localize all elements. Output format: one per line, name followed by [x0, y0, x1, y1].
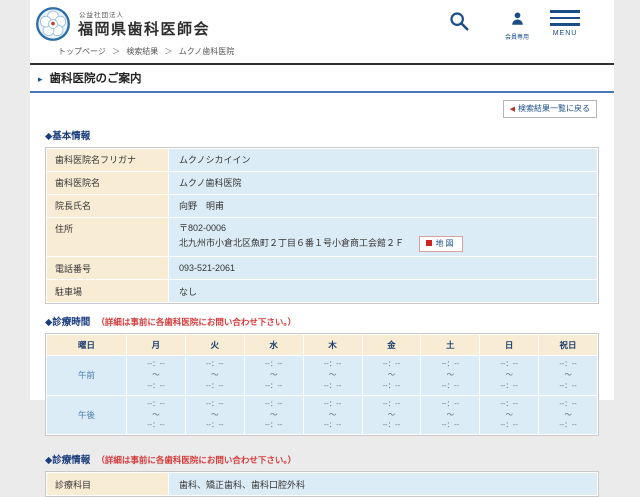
- basic-info-heading: ◆基本情報: [45, 130, 91, 142]
- time-cell: --：-- ～ --：--: [126, 355, 186, 396]
- time-cell: --：-- ～ --：--: [420, 394, 481, 436]
- column-header: 金: [361, 334, 422, 356]
- time-cell: --：-- ～ --：--: [538, 394, 598, 436]
- breadcrumb-separator: ＞: [112, 47, 121, 56]
- search-icon: [450, 12, 469, 31]
- arrow-right-icon: ▸: [38, 74, 43, 84]
- row-label: 駐車場: [46, 279, 169, 303]
- schedule-table: 曜日 月 火 水 木 金 土 日 祝日 午前 --：-- ～ --：-- --：…: [45, 333, 599, 437]
- row-label: 歯科医院名: [46, 170, 169, 195]
- time-cell: --：-- ～ --：--: [302, 394, 363, 436]
- schedule-note: （詳細は事前に各歯科医院にお問い合わせ下さい。）: [96, 317, 297, 327]
- row-label: 午前: [46, 355, 127, 396]
- back-link-row: ◀ 検索結果一覧に戻る: [45, 98, 597, 118]
- row-value: 歯科、矯正歯科、歯科口腔外科: [168, 472, 598, 497]
- row-label: 電話番号: [46, 256, 169, 280]
- hamburger-icon: [550, 10, 580, 26]
- time-cell: --：-- ～ --：--: [126, 394, 186, 436]
- person-icon: [511, 12, 523, 25]
- breadcrumb: トップページ ＞ 検索結果 ＞ ムクノ歯科医院: [30, 44, 614, 61]
- treatment-info-note: （詳細は事前に各歯科医院にお問い合わせ下さい。）: [96, 455, 297, 466]
- map-icon: [425, 239, 432, 246]
- time-cell: --：-- ～ --：--: [420, 355, 481, 396]
- table-row-address: 住所 〒802-0006 北九州市小倉北区魚町２丁目６番１号小倉商工会館２Ｆ 地…: [46, 216, 598, 257]
- search-button[interactable]: [448, 10, 470, 37]
- schedule-row-morning: 午前 --：-- ～ --：-- --：-- ～ --：-- --：-- ～ --：-- -…: [46, 355, 598, 396]
- row-label: 午後: [46, 394, 127, 436]
- page-title-bar: ▸ 歯科医院のご案内: [30, 63, 614, 93]
- row-value: 〒802-0006 北九州市小倉北区魚町２丁目６番１号小倉商工会館２Ｆ 地図: [168, 216, 598, 257]
- member-area-label: 会員専用: [504, 35, 529, 41]
- row-value: なし: [168, 279, 598, 303]
- breadcrumb-separator: ＞: [164, 47, 173, 56]
- menu-button[interactable]: MENU: [548, 10, 582, 37]
- site-title: 福岡県歯科医師会: [78, 21, 211, 38]
- column-header: 水: [243, 334, 304, 356]
- back-to-results-label: 検索結果一覧に戻る: [518, 104, 590, 113]
- row-value: ムクノ歯科医院: [168, 170, 598, 195]
- time-cell: --：-- ～ --：--: [361, 355, 422, 396]
- column-header: 木: [302, 334, 363, 356]
- back-to-results-button[interactable]: ◀ 検索結果一覧に戻る: [502, 99, 597, 118]
- row-value: 093-521-2061: [168, 256, 598, 280]
- time-cell: --：-- ～ --：--: [479, 355, 540, 396]
- column-header: 月: [126, 334, 186, 356]
- table-row: 院長氏名 向野 明甫: [46, 193, 598, 218]
- member-area-button[interactable]: 会員専用: [496, 11, 538, 41]
- column-header: 祝日: [538, 334, 598, 356]
- page-title: 歯科医院のご案内: [49, 73, 142, 85]
- time-cell: --：-- ～ --：--: [479, 394, 540, 436]
- time-cell: --：-- ～ --：--: [302, 355, 363, 396]
- table-row: 駐車場 なし: [46, 279, 598, 303]
- column-header: 火: [184, 334, 245, 356]
- table-row: 電話番号 093-521-2061: [46, 256, 598, 280]
- back-arrow-icon: ◀: [509, 106, 515, 113]
- row-label: 住所: [46, 216, 169, 257]
- map-button[interactable]: 地図: [418, 235, 463, 252]
- time-cell: --：-- ～ --：--: [538, 355, 598, 396]
- address-line: 北九州市小倉北区魚町２丁目６番１号小倉商工会館２Ｆ 地図: [179, 235, 587, 252]
- menu-label: MENU: [552, 29, 578, 37]
- column-header: 曜日: [46, 334, 127, 356]
- row-label: 院長氏名: [46, 193, 169, 218]
- breadcrumb-search-results[interactable]: 検索結果: [126, 47, 158, 56]
- row-value: 向野 明甫: [168, 193, 598, 218]
- site-header: 公益社団法人 福岡県歯科医師会 会員専用 MENU: [30, 0, 614, 44]
- map-button-label: 地図: [435, 238, 456, 248]
- postal-code: 〒802-0006: [179, 223, 227, 233]
- table-row: 歯科医院名フリガナ ムクノシカイイン: [46, 147, 598, 172]
- row-label: 診療科目: [46, 472, 169, 497]
- table-row: 診療科目 歯科、矯正歯科、歯科口腔外科: [46, 472, 598, 497]
- table-row: 歯科医院名 ムクノ歯科医院: [46, 170, 598, 195]
- time-cell: --：-- ～ --：--: [243, 394, 304, 436]
- breadcrumb-home[interactable]: トップページ: [58, 47, 106, 56]
- time-cell: --：-- ～ --：--: [243, 355, 304, 396]
- content-column: 公益社団法人 福岡県歯科医師会 会員専用 MENU トップページ ＞ 検索結果: [30, 0, 614, 497]
- treatment-info-table: 診療科目 歯科、矯正歯科、歯科口腔外科: [45, 471, 599, 497]
- time-cell: --：-- ～ --：--: [361, 394, 422, 436]
- breadcrumb-current: ムクノ歯科医院: [178, 47, 235, 56]
- association-logo: [36, 7, 70, 41]
- basic-info-table: 歯科医院名フリガナ ムクノシカイイン 歯科医院名 ムクノ歯科医院 院長氏名 向野…: [45, 146, 599, 304]
- row-label: 歯科医院名フリガナ: [46, 147, 169, 172]
- schedule-heading: ◆診療時間 （詳細は事前に各歯科医院にお問い合わせ下さい。）: [45, 317, 297, 328]
- row-value: ムクノシカイイン: [168, 147, 598, 172]
- column-header: 日: [479, 334, 540, 356]
- column-header: 土: [420, 334, 481, 356]
- schedule-row-afternoon: 午後 --：-- ～ --：-- --：-- ～ --：-- --：-- ～ --：-- -…: [46, 394, 598, 436]
- time-cell: --：-- ～ --：--: [184, 394, 245, 436]
- time-cell: --：-- ～ --：--: [184, 355, 245, 396]
- treatment-info-heading: ◆診療情報 （詳細は事前に各歯科医院にお問い合わせ下さい。）: [45, 455, 297, 467]
- schedule-header-row: 曜日 月 火 水 木 金 土 日 祝日: [46, 334, 598, 356]
